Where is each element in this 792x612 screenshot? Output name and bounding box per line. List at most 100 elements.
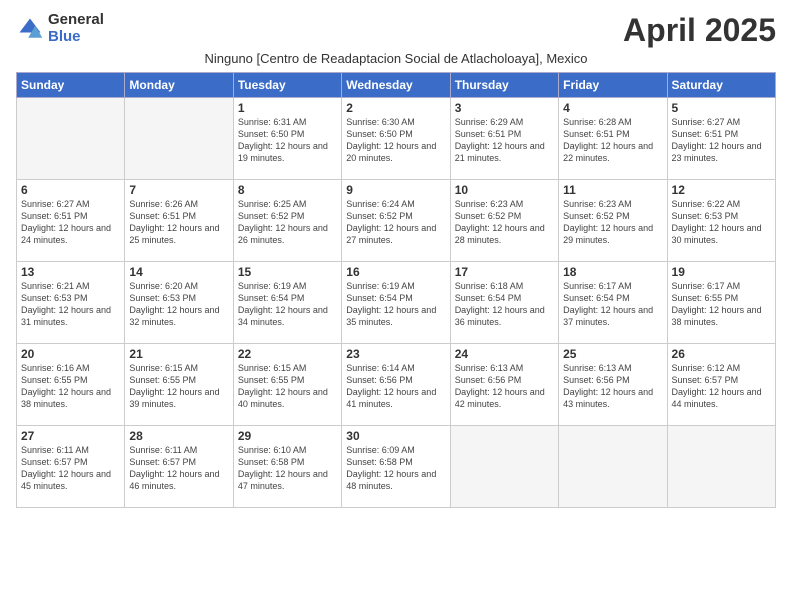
- calendar-cell: 4Sunrise: 6:28 AM Sunset: 6:51 PM Daylig…: [559, 98, 667, 180]
- calendar-cell: [125, 98, 233, 180]
- calendar-week-row: 13Sunrise: 6:21 AM Sunset: 6:53 PM Dayli…: [17, 262, 776, 344]
- day-number: 6: [21, 183, 120, 197]
- day-number: 17: [455, 265, 554, 279]
- day-number: 7: [129, 183, 228, 197]
- calendar-cell: 24Sunrise: 6:13 AM Sunset: 6:56 PM Dayli…: [450, 344, 558, 426]
- day-number: 4: [563, 101, 662, 115]
- day-info: Sunrise: 6:27 AM Sunset: 6:51 PM Dayligh…: [21, 198, 120, 247]
- day-number: 10: [455, 183, 554, 197]
- day-number: 2: [346, 101, 445, 115]
- month-title: April 2025: [623, 12, 776, 49]
- calendar-cell: 11Sunrise: 6:23 AM Sunset: 6:52 PM Dayli…: [559, 180, 667, 262]
- day-number: 24: [455, 347, 554, 361]
- calendar-cell: 15Sunrise: 6:19 AM Sunset: 6:54 PM Dayli…: [233, 262, 341, 344]
- calendar-week-row: 27Sunrise: 6:11 AM Sunset: 6:57 PM Dayli…: [17, 426, 776, 508]
- calendar-cell: 6Sunrise: 6:27 AM Sunset: 6:51 PM Daylig…: [17, 180, 125, 262]
- day-info: Sunrise: 6:26 AM Sunset: 6:51 PM Dayligh…: [129, 198, 228, 247]
- calendar-cell: 21Sunrise: 6:15 AM Sunset: 6:55 PM Dayli…: [125, 344, 233, 426]
- day-info: Sunrise: 6:31 AM Sunset: 6:50 PM Dayligh…: [238, 116, 337, 165]
- logo-text: General Blue: [48, 12, 104, 45]
- calendar-body: 1Sunrise: 6:31 AM Sunset: 6:50 PM Daylig…: [17, 98, 776, 508]
- day-info: Sunrise: 6:11 AM Sunset: 6:57 PM Dayligh…: [21, 444, 120, 493]
- day-info: Sunrise: 6:19 AM Sunset: 6:54 PM Dayligh…: [238, 280, 337, 329]
- day-number: 29: [238, 429, 337, 443]
- day-info: Sunrise: 6:11 AM Sunset: 6:57 PM Dayligh…: [129, 444, 228, 493]
- calendar-cell: 22Sunrise: 6:15 AM Sunset: 6:55 PM Dayli…: [233, 344, 341, 426]
- calendar-cell: 5Sunrise: 6:27 AM Sunset: 6:51 PM Daylig…: [667, 98, 775, 180]
- day-number: 26: [672, 347, 771, 361]
- calendar-cell: 13Sunrise: 6:21 AM Sunset: 6:53 PM Dayli…: [17, 262, 125, 344]
- calendar-cell: 12Sunrise: 6:22 AM Sunset: 6:53 PM Dayli…: [667, 180, 775, 262]
- day-number: 1: [238, 101, 337, 115]
- day-number: 30: [346, 429, 445, 443]
- calendar-cell: 25Sunrise: 6:13 AM Sunset: 6:56 PM Dayli…: [559, 344, 667, 426]
- calendar-cell: 19Sunrise: 6:17 AM Sunset: 6:55 PM Dayli…: [667, 262, 775, 344]
- day-info: Sunrise: 6:30 AM Sunset: 6:50 PM Dayligh…: [346, 116, 445, 165]
- day-info: Sunrise: 6:24 AM Sunset: 6:52 PM Dayligh…: [346, 198, 445, 247]
- day-info: Sunrise: 6:13 AM Sunset: 6:56 PM Dayligh…: [563, 362, 662, 411]
- calendar-cell: 9Sunrise: 6:24 AM Sunset: 6:52 PM Daylig…: [342, 180, 450, 262]
- day-number: 5: [672, 101, 771, 115]
- calendar-cell: 30Sunrise: 6:09 AM Sunset: 6:58 PM Dayli…: [342, 426, 450, 508]
- calendar-week-row: 6Sunrise: 6:27 AM Sunset: 6:51 PM Daylig…: [17, 180, 776, 262]
- page: General Blue April 2025 Ninguno [Centro …: [0, 0, 792, 612]
- day-number: 25: [563, 347, 662, 361]
- calendar-week-row: 1Sunrise: 6:31 AM Sunset: 6:50 PM Daylig…: [17, 98, 776, 180]
- header-tuesday: Tuesday: [233, 73, 341, 98]
- day-info: Sunrise: 6:10 AM Sunset: 6:58 PM Dayligh…: [238, 444, 337, 493]
- day-number: 12: [672, 183, 771, 197]
- header-monday: Monday: [125, 73, 233, 98]
- day-info: Sunrise: 6:19 AM Sunset: 6:54 PM Dayligh…: [346, 280, 445, 329]
- day-number: 15: [238, 265, 337, 279]
- day-info: Sunrise: 6:28 AM Sunset: 6:51 PM Dayligh…: [563, 116, 662, 165]
- day-number: 14: [129, 265, 228, 279]
- calendar-cell: 18Sunrise: 6:17 AM Sunset: 6:54 PM Dayli…: [559, 262, 667, 344]
- calendar-cell: 10Sunrise: 6:23 AM Sunset: 6:52 PM Dayli…: [450, 180, 558, 262]
- calendar-cell: 20Sunrise: 6:16 AM Sunset: 6:55 PM Dayli…: [17, 344, 125, 426]
- calendar-cell: [559, 426, 667, 508]
- calendar-cell: 16Sunrise: 6:19 AM Sunset: 6:54 PM Dayli…: [342, 262, 450, 344]
- day-number: 23: [346, 347, 445, 361]
- calendar-cell: 28Sunrise: 6:11 AM Sunset: 6:57 PM Dayli…: [125, 426, 233, 508]
- day-info: Sunrise: 6:23 AM Sunset: 6:52 PM Dayligh…: [563, 198, 662, 247]
- day-number: 27: [21, 429, 120, 443]
- calendar-table: Sunday Monday Tuesday Wednesday Thursday…: [16, 72, 776, 508]
- calendar-cell: [17, 98, 125, 180]
- calendar-cell: 29Sunrise: 6:10 AM Sunset: 6:58 PM Dayli…: [233, 426, 341, 508]
- logo: General Blue: [16, 12, 104, 45]
- day-number: 28: [129, 429, 228, 443]
- day-info: Sunrise: 6:17 AM Sunset: 6:54 PM Dayligh…: [563, 280, 662, 329]
- day-info: Sunrise: 6:29 AM Sunset: 6:51 PM Dayligh…: [455, 116, 554, 165]
- day-number: 8: [238, 183, 337, 197]
- day-number: 20: [21, 347, 120, 361]
- calendar-cell: 17Sunrise: 6:18 AM Sunset: 6:54 PM Dayli…: [450, 262, 558, 344]
- day-number: 19: [672, 265, 771, 279]
- day-number: 16: [346, 265, 445, 279]
- header-wednesday: Wednesday: [342, 73, 450, 98]
- calendar-cell: 7Sunrise: 6:26 AM Sunset: 6:51 PM Daylig…: [125, 180, 233, 262]
- day-info: Sunrise: 6:27 AM Sunset: 6:51 PM Dayligh…: [672, 116, 771, 165]
- calendar-cell: 3Sunrise: 6:29 AM Sunset: 6:51 PM Daylig…: [450, 98, 558, 180]
- calendar-cell: 8Sunrise: 6:25 AM Sunset: 6:52 PM Daylig…: [233, 180, 341, 262]
- calendar-cell: 1Sunrise: 6:31 AM Sunset: 6:50 PM Daylig…: [233, 98, 341, 180]
- logo-blue-label: Blue: [48, 29, 104, 46]
- day-number: 22: [238, 347, 337, 361]
- header-saturday: Saturday: [667, 73, 775, 98]
- header-thursday: Thursday: [450, 73, 558, 98]
- day-number: 3: [455, 101, 554, 115]
- day-info: Sunrise: 6:14 AM Sunset: 6:56 PM Dayligh…: [346, 362, 445, 411]
- day-info: Sunrise: 6:15 AM Sunset: 6:55 PM Dayligh…: [129, 362, 228, 411]
- day-info: Sunrise: 6:17 AM Sunset: 6:55 PM Dayligh…: [672, 280, 771, 329]
- day-info: Sunrise: 6:13 AM Sunset: 6:56 PM Dayligh…: [455, 362, 554, 411]
- day-info: Sunrise: 6:20 AM Sunset: 6:53 PM Dayligh…: [129, 280, 228, 329]
- header-sunday: Sunday: [17, 73, 125, 98]
- day-info: Sunrise: 6:18 AM Sunset: 6:54 PM Dayligh…: [455, 280, 554, 329]
- calendar-cell: 26Sunrise: 6:12 AM Sunset: 6:57 PM Dayli…: [667, 344, 775, 426]
- day-info: Sunrise: 6:21 AM Sunset: 6:53 PM Dayligh…: [21, 280, 120, 329]
- calendar-cell: [667, 426, 775, 508]
- day-info: Sunrise: 6:23 AM Sunset: 6:52 PM Dayligh…: [455, 198, 554, 247]
- day-info: Sunrise: 6:09 AM Sunset: 6:58 PM Dayligh…: [346, 444, 445, 493]
- day-info: Sunrise: 6:15 AM Sunset: 6:55 PM Dayligh…: [238, 362, 337, 411]
- calendar-cell: 27Sunrise: 6:11 AM Sunset: 6:57 PM Dayli…: [17, 426, 125, 508]
- day-number: 13: [21, 265, 120, 279]
